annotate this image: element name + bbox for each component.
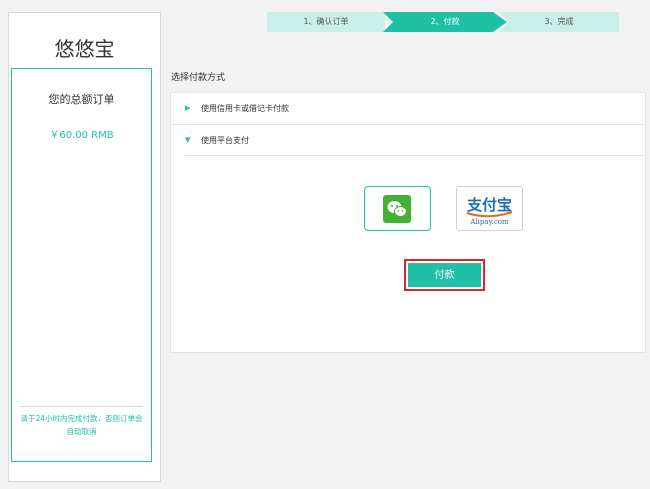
checkout-progress: 1、确认订单 3、完成 2、付款 bbox=[267, 12, 619, 32]
brand-title: 悠悠宝 bbox=[54, 37, 115, 61]
wechat-pay-option[interactable] bbox=[364, 186, 431, 231]
order-summary-panel: 悠悠宝 您的总额订单 ￥60.00 RMB 请于24小时内完成付款，否则订单会自… bbox=[8, 12, 161, 482]
option-card-payment[interactable]: ▶ 使用信用卡或借记卡付款 bbox=[171, 93, 645, 125]
caret-right-icon: ▶ bbox=[185, 104, 191, 112]
option-platform-payment[interactable]: ▼ 使用平台支付 bbox=[171, 125, 645, 156]
order-total-amount: ￥60.00 RMB bbox=[49, 130, 114, 141]
step-complete: 3、完成 bbox=[499, 12, 619, 32]
step-label: 2、付款 bbox=[430, 17, 460, 26]
svg-text:支付宝: 支付宝 bbox=[466, 196, 512, 214]
divider bbox=[185, 155, 645, 156]
option-label: 使用信用卡或借记卡付款 bbox=[201, 104, 289, 113]
step-label: 3、完成 bbox=[544, 17, 574, 26]
order-total-box: 您的总额订单 ￥60.00 RMB 请于24小时内完成付款，否则订单会自动取消 bbox=[11, 68, 152, 462]
payment-deadline-note: 请于24小时内完成付款，否则订单会自动取消 bbox=[20, 414, 143, 436]
step-confirm-order: 1、确认订单 bbox=[267, 12, 385, 32]
alipay-logo: 支付宝 Alipay.com bbox=[466, 196, 513, 226]
alipay-option[interactable]: 支付宝 Alipay.com bbox=[456, 186, 523, 231]
order-total-label: 您的总额订单 bbox=[48, 93, 115, 106]
section-title: 选择付款方式 bbox=[171, 73, 226, 83]
svg-text:Alipay.com: Alipay.com bbox=[469, 218, 509, 226]
payment-methods-card: ▶ 使用信用卡或借记卡付款 ▼ 使用平台支付 支付宝 Alipay.com 付款 bbox=[170, 92, 646, 353]
caret-down-icon: ▼ bbox=[185, 136, 191, 144]
step-label: 1、确认订单 bbox=[303, 17, 349, 26]
pay-button[interactable]: 付款 bbox=[408, 263, 481, 287]
divider bbox=[20, 406, 143, 407]
step-payment: 2、付款 bbox=[383, 12, 507, 32]
pay-button-highlight: 付款 bbox=[404, 259, 485, 291]
option-label: 使用平台支付 bbox=[201, 136, 249, 145]
wechat-icon bbox=[383, 195, 411, 223]
